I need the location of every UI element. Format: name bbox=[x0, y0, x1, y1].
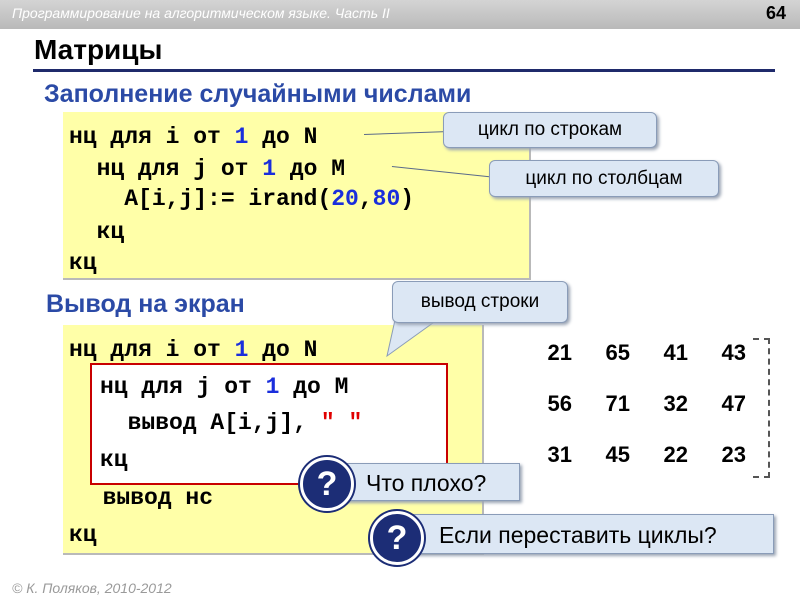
code-line-print: вывод A[i,j], " " bbox=[100, 410, 363, 436]
question-mark-icon: ? bbox=[370, 511, 424, 565]
callout-row-loop: цикл по строкам bbox=[443, 112, 657, 148]
code-line-inner-end: кц bbox=[100, 447, 128, 473]
matrix-cell: 22 bbox=[663, 442, 688, 467]
callout-column-loop: цикл по столбцам bbox=[489, 160, 719, 197]
matrix-cell: 21 bbox=[547, 340, 572, 365]
header-bar: Программирование на алгоритмическом язык… bbox=[0, 0, 800, 29]
code-line-outer-loop: нц для i от 1 до N bbox=[69, 124, 318, 150]
matrix-cell: 71 bbox=[605, 391, 630, 416]
matrix-cell: 47 bbox=[721, 391, 746, 416]
slide-title: Матрицы bbox=[34, 34, 163, 65]
section-title-output: Вывод на экран bbox=[46, 290, 245, 318]
question-mark-icon: ? bbox=[300, 457, 354, 511]
title-divider bbox=[33, 69, 775, 72]
section-title-fill: Заполнение случайными числами bbox=[44, 80, 472, 108]
question-swap-loops: Если переставить циклы? bbox=[410, 514, 774, 554]
matrix-cell: 41 bbox=[663, 340, 688, 365]
code-line-newline: вывод нс bbox=[75, 485, 214, 511]
code-line-inner-end: кц bbox=[69, 219, 125, 245]
code-line-assign: A[i,j]:= irand(20,80) bbox=[69, 186, 415, 212]
code-line-outer-loop: нц для i от 1 до N bbox=[69, 337, 318, 363]
matrix-cell: 56 bbox=[547, 391, 572, 416]
matrix-cell: 32 bbox=[663, 391, 688, 416]
callout-print-row: вывод строки bbox=[392, 281, 568, 323]
code-line-inner-loop: нц для j от 1 до M bbox=[69, 156, 346, 182]
code-line-outer-end: кц bbox=[69, 522, 97, 548]
header-title: Программирование на алгоритмическом язык… bbox=[12, 5, 390, 21]
code-line-inner-loop: нц для j от 1 до M bbox=[100, 374, 349, 400]
matrix-cell: 45 bbox=[605, 442, 630, 467]
matrix-cell: 31 bbox=[547, 442, 572, 467]
matrix-cell: 23 bbox=[721, 442, 746, 467]
code-line-outer-end: кц bbox=[69, 250, 97, 276]
matrix-cell: 43 bbox=[721, 340, 746, 365]
page-number: 64 bbox=[765, 3, 786, 23]
matrix-dashed-bracket bbox=[753, 338, 770, 478]
question-what-wrong: Что плохо? bbox=[337, 463, 520, 501]
footer-copyright: © К. Поляков, 2010-2012 bbox=[12, 580, 172, 596]
matrix-cell: 65 bbox=[605, 340, 630, 365]
